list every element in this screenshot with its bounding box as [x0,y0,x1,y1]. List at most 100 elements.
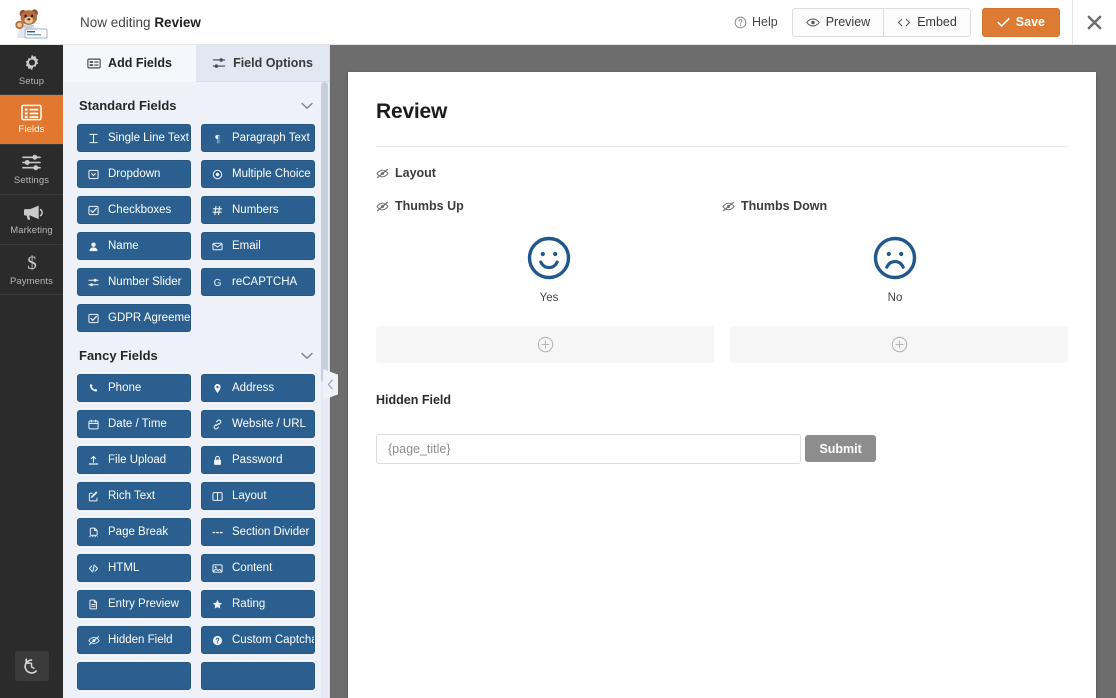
sidebar-item-fields[interactable]: Fields [0,95,63,145]
field-button-custom-captcha[interactable]: Custom Captcha [201,626,315,654]
field-button-phone[interactable]: Phone [77,374,191,402]
wpforms-mascot-logo[interactable] [0,0,63,45]
field-button-password[interactable]: Password [201,446,315,474]
field-button-recaptcha[interactable]: G reCAPTCHA [201,268,315,296]
field-button-label: Name [108,240,139,252]
group-header-standard-fields[interactable]: Standard Fields [77,82,315,124]
svg-text:G: G [214,278,222,288]
pencil-square-icon [87,491,100,502]
layout-field-label-row[interactable]: Layout [376,166,1068,180]
field-button-multiple-choice[interactable]: Multiple Choice [201,160,315,188]
thumbs-down-caption: No [887,292,903,304]
submit-button[interactable]: Submit [805,435,876,462]
field-button-paragraph-text[interactable]: ¶ Paragraph Text [201,124,315,152]
save-button[interactable]: Save [981,7,1060,37]
hidden-field-input[interactable] [376,433,801,464]
text-cursor-icon [87,133,100,144]
hash-icon [211,205,224,216]
svg-text:$: $ [27,253,37,273]
field-button-label: Entry Preview [108,598,179,610]
close-builder-button[interactable] [1072,0,1116,45]
field-button-label: Content [232,562,273,574]
thumbs-up-label-row[interactable]: Thumbs Up [376,199,722,213]
layout-column-thumbs-up: Thumbs Up Yes [376,199,722,304]
field-button-email[interactable]: Email [201,232,315,260]
field-button-number-slider[interactable]: Number Slider [77,268,191,296]
field-groups-scroll-area[interactable]: Standard Fields Single Line Text ¶ Parag… [63,82,329,698]
dropzone-right[interactable] [730,326,1068,363]
field-button-label: GDPR Agreement [108,312,191,324]
embed-label: Embed [917,15,957,29]
thumbs-down-choice[interactable]: No [722,235,1068,304]
builder-sidebar-nav: Setup Fields Settings Marketing $ Paymen… [0,45,63,698]
thumbs-down-label-row[interactable]: Thumbs Down [722,199,1068,213]
panel-tab-bar: Add Fields Field Options [63,45,329,82]
toolbar-actions: Help Preview Embed Save [720,0,1116,45]
field-button-html[interactable]: HTML [77,554,191,582]
save-label: Save [1015,15,1045,29]
tab-field-options[interactable]: Field Options [196,45,329,82]
field-button-address[interactable]: Address [201,374,315,402]
field-button-label: Dropdown [108,168,161,180]
close-icon [1087,15,1102,29]
sidebar-item-setup[interactable]: Setup [0,45,63,95]
form-preview-canvas: Review Layout Thumbs Up Yes Thumbs Down … [330,45,1116,698]
gear-icon [25,54,38,70]
eye-slash-icon [87,635,100,646]
frown-face-icon [873,236,917,280]
map-pin-icon [211,383,224,394]
field-button-label: Section Divider [232,526,310,538]
field-button-rating[interactable]: Rating [201,590,315,618]
field-button-checkboxes[interactable]: Checkboxes [77,196,191,224]
field-button-single-line-text[interactable]: Single Line Text [77,124,191,152]
dropzone-left[interactable] [376,326,714,363]
sidebar-item-label: Fields [18,124,45,135]
sidebar-item-label: Setup [18,75,45,87]
field-button-entry-preview[interactable]: Entry Preview [77,590,191,618]
upload-icon [87,455,100,466]
envelope-icon [211,241,224,252]
field-button-website-url[interactable]: Website / URL [201,410,315,438]
add-fields-icon [87,58,101,68]
panel-scrollbar-thumb[interactable] [321,82,328,382]
field-button-dropdown[interactable]: Dropdown [77,160,191,188]
preview-embed-group: Preview Embed [791,7,971,37]
dollar-icon: $ [27,253,37,273]
field-button-page-break[interactable]: Page Break [77,518,191,546]
field-button-numbers[interactable]: Numbers [201,196,315,224]
preview-label: Preview [825,15,871,29]
field-button-partial[interactable] [201,662,315,690]
field-button-label: Layout [232,490,267,502]
plus-circle-icon [537,336,553,353]
revisions-button[interactable] [14,651,49,681]
group-title: Fancy Fields [79,348,158,363]
field-button-partial[interactable] [77,662,191,690]
sidebar-item-settings[interactable]: Settings [0,145,63,195]
tab-add-fields[interactable]: Add Fields [63,45,196,82]
field-button-date-time[interactable]: Date / Time [77,410,191,438]
field-button-hidden-field[interactable]: Hidden Field [77,626,191,654]
field-button-label: Password [232,454,283,466]
eye-slash-icon [376,168,389,178]
checkbox-icon [87,313,100,324]
field-button-content[interactable]: Content [201,554,315,582]
field-button-label: Numbers [232,204,279,216]
thumbs-up-choice[interactable]: Yes [376,235,722,304]
embed-button[interactable]: Embed [884,7,971,37]
help-button[interactable]: Help [720,15,792,29]
field-button-gdpr-agreement[interactable]: GDPR Agreement [77,304,191,332]
field-button-name[interactable]: Name [77,232,191,260]
plus-circle-icon [891,336,907,353]
field-button-file-upload[interactable]: File Upload [77,446,191,474]
group-header-fancy-fields[interactable]: Fancy Fields [77,332,315,374]
eye-slash-icon [722,201,735,211]
sidebar-item-payments[interactable]: $ Payments [0,245,63,295]
fields-icon [21,104,42,121]
field-button-layout[interactable]: Layout [201,482,315,510]
preview-button[interactable]: Preview [791,7,885,37]
field-button-rich-text[interactable]: Rich Text [77,482,191,510]
sidebar-item-marketing[interactable]: Marketing [0,195,63,245]
star-icon [211,599,224,610]
slider-icon [87,277,100,288]
field-button-section-divider[interactable]: Section Divider [201,518,315,546]
